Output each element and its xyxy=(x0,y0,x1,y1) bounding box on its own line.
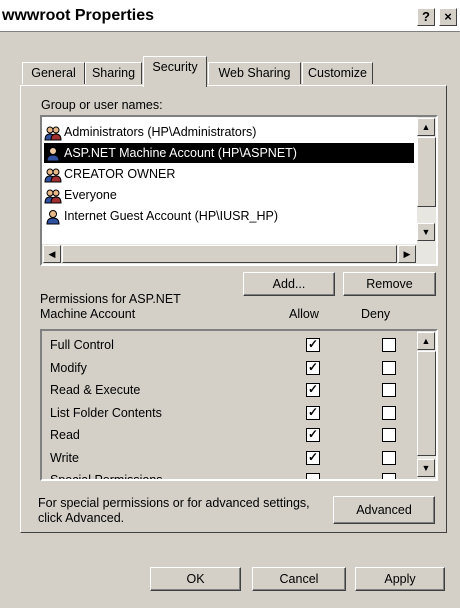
permission-row: List Folder Contents ✓ xyxy=(42,403,402,425)
permission-row: Special Permissions xyxy=(42,470,402,481)
title-bar: wwwroot Properties ? × xyxy=(0,0,460,32)
security-tab-panel: Group or user names: Administrators (HP\… xyxy=(20,85,447,533)
permission-name: Special Permissions xyxy=(50,473,163,481)
user-list-scroll-thumb[interactable] xyxy=(417,137,436,207)
tab-sharing[interactable]: Sharing xyxy=(85,62,142,84)
ok-button[interactable]: OK xyxy=(150,567,241,591)
deny-checkbox[interactable] xyxy=(382,473,396,479)
permission-row: Write ✓ xyxy=(42,448,402,470)
user-list-item[interactable]: Everyone xyxy=(44,185,117,205)
allow-checkbox[interactable]: ✓ xyxy=(306,383,320,397)
user-icon xyxy=(46,146,60,162)
scroll-up-arrow-icon[interactable]: ▲ xyxy=(417,118,435,136)
user-name-label: ASP.NET Machine Account (HP\ASPNET) xyxy=(64,146,297,160)
permissions-label-line2: Machine Account xyxy=(40,307,136,321)
scroll-down-arrow-icon[interactable]: ▼ xyxy=(417,223,435,241)
permission-name: Read & Execute xyxy=(50,383,141,397)
user-list-item[interactable]: ASP.NET Machine Account (HP\ASPNET) xyxy=(44,143,414,163)
user-name-label: Everyone xyxy=(64,188,117,202)
user-list-vertical-scrollbar[interactable]: ▲ ▼ xyxy=(417,117,436,244)
user-list-item[interactable]: Internet Guest Account (HP\IUSR_HP) xyxy=(44,206,278,226)
deny-checkbox[interactable] xyxy=(382,450,396,465)
close-button[interactable]: × xyxy=(439,8,457,26)
permission-row: Modify ✓ xyxy=(42,358,402,380)
window-title: wwwroot Properties xyxy=(2,7,155,24)
user-name-label: Administrators (HP\Administrators) xyxy=(64,125,257,139)
tab-strip: General Sharing Security Web Sharing Cus… xyxy=(0,56,460,87)
deny-checkbox[interactable] xyxy=(382,383,396,397)
tab-web-sharing[interactable]: Web Sharing xyxy=(208,62,301,84)
permissions-vertical-scrollbar[interactable]: ▲ ▼ xyxy=(417,331,436,479)
advanced-help-text-line2: click Advanced. xyxy=(38,511,125,525)
deny-checkbox[interactable] xyxy=(382,428,396,442)
group-or-user-names-label: Group or user names: xyxy=(41,98,163,112)
allow-checkbox[interactable]: ✓ xyxy=(306,450,320,465)
user-name-label: CREATOR OWNER xyxy=(64,167,176,181)
scroll-right-arrow-icon[interactable]: ▶ xyxy=(398,245,416,263)
group-icon xyxy=(44,126,62,141)
user-list-item[interactable]: CREATOR OWNER xyxy=(44,164,175,184)
tab-customize[interactable]: Customize xyxy=(302,62,373,84)
perm-scroll-down-arrow-icon[interactable]: ▼ xyxy=(417,459,435,477)
permission-name: List Folder Contents xyxy=(50,405,162,420)
deny-checkbox[interactable] xyxy=(382,405,396,420)
allow-checkbox[interactable] xyxy=(306,473,320,479)
perm-scroll-up-arrow-icon[interactable]: ▲ xyxy=(417,332,435,350)
user-name-label: Internet Guest Account (HP\IUSR_HP) xyxy=(64,209,278,223)
permission-row: Full Control ✓ xyxy=(42,335,402,357)
advanced-button[interactable]: Advanced xyxy=(333,496,435,524)
user-list-hscroll-thumb[interactable] xyxy=(62,245,397,263)
allow-checkbox[interactable]: ✓ xyxy=(306,338,320,352)
permission-name: Full Control xyxy=(50,338,114,352)
permission-name: Write xyxy=(50,450,79,465)
allow-checkbox[interactable]: ✓ xyxy=(306,405,320,420)
deny-checkbox[interactable] xyxy=(382,338,396,352)
permission-name: Read xyxy=(50,428,80,442)
tab-general[interactable]: General xyxy=(22,62,85,84)
group-icon xyxy=(44,189,62,204)
permission-name: Modify xyxy=(50,360,87,375)
allow-column-header: Allow xyxy=(289,307,319,321)
apply-button[interactable]: Apply xyxy=(355,567,445,591)
deny-checkbox[interactable] xyxy=(382,360,396,375)
permission-row: Read & Execute ✓ xyxy=(42,380,402,402)
permissions-scroll-thumb[interactable] xyxy=(417,351,436,456)
add-button[interactable]: Add... xyxy=(243,272,335,296)
allow-checkbox[interactable]: ✓ xyxy=(306,428,320,442)
advanced-help-text: For special permissions or for advanced … xyxy=(38,496,310,510)
user-list-item[interactable]: Administrators (HP\Administrators) xyxy=(44,122,256,142)
scroll-left-arrow-icon[interactable]: ◀ xyxy=(43,245,61,263)
permissions-label: Permissions for ASP.NET xyxy=(40,292,181,306)
help-button[interactable]: ? xyxy=(417,8,435,26)
remove-button[interactable]: Remove xyxy=(343,272,436,296)
group-icon xyxy=(44,168,62,183)
user-icon xyxy=(46,209,60,225)
deny-column-header: Deny xyxy=(361,307,391,321)
allow-checkbox[interactable]: ✓ xyxy=(306,360,320,375)
user-list-horizontal-scrollbar[interactable]: ◀ ▶ xyxy=(42,244,436,264)
properties-dialog: wwwroot Properties ? × General Sharing S… xyxy=(0,0,460,608)
cancel-button[interactable]: Cancel xyxy=(252,567,346,591)
permission-row: Read ✓ xyxy=(42,425,402,447)
tab-security[interactable]: Security xyxy=(143,56,207,87)
permissions-listbox[interactable]: Full Control ✓ Modify ✓ Read & Execute ✓ List … xyxy=(40,329,438,481)
user-listbox[interactable]: Administrators (HP\Administrators) ASP.NE… xyxy=(40,115,438,266)
